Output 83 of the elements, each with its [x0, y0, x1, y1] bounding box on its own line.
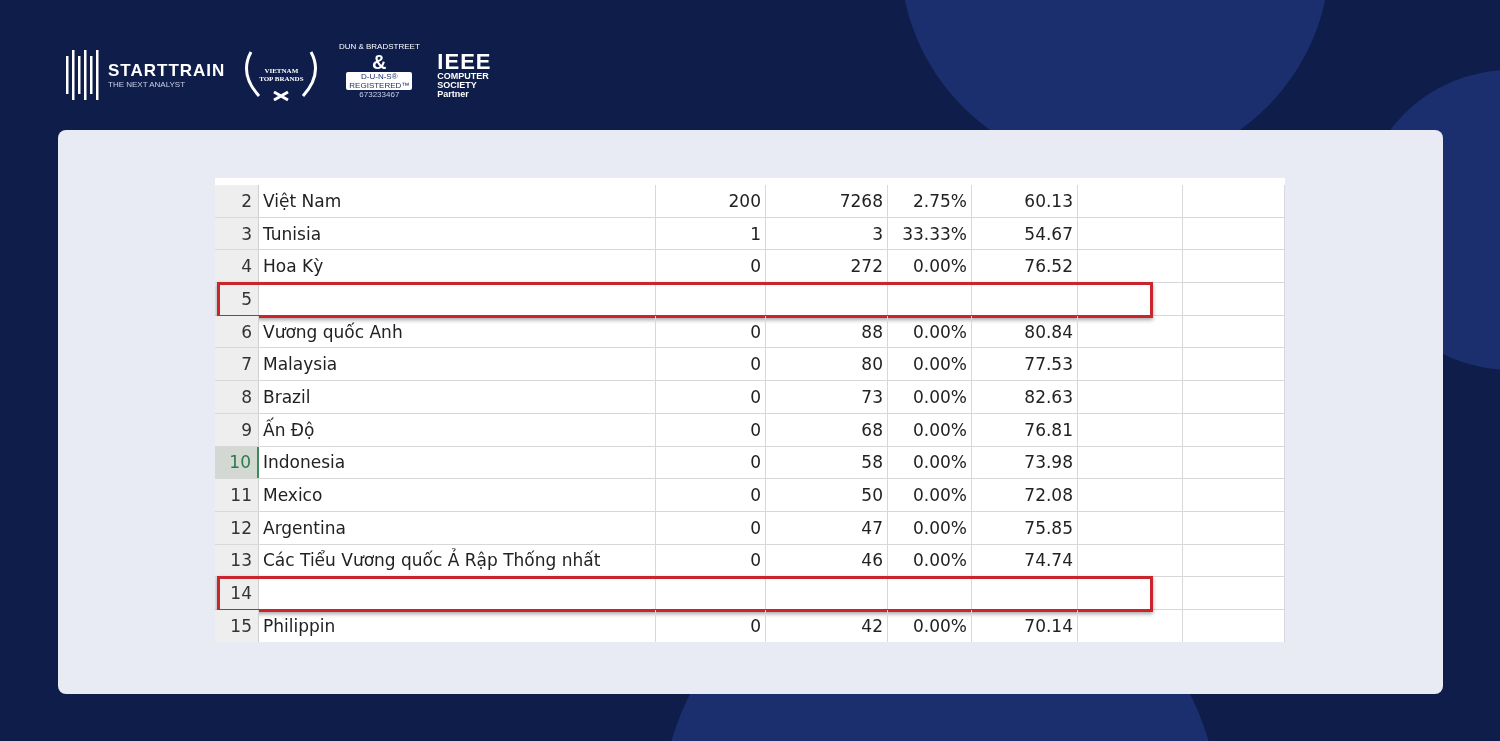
- ieee-text: COMPUTER: [437, 71, 490, 81]
- row-header[interactable]: 6: [215, 315, 259, 348]
- table-cell: Ấn Độ: [259, 413, 656, 446]
- table-cell: 76.52: [972, 250, 1078, 283]
- table-cell: 68: [766, 413, 888, 446]
- duns-status: REGISTERED™: [349, 81, 410, 90]
- row-header[interactable]: 10: [215, 446, 259, 479]
- table-cell: Tunisia: [259, 217, 656, 250]
- table-cell: 0: [656, 446, 766, 479]
- table-cell: 75.85: [972, 511, 1078, 544]
- table-cell: Việt Nam: [259, 185, 656, 217]
- table-cell: 0: [656, 315, 766, 348]
- table-cell: 54.67: [972, 217, 1078, 250]
- table-cell: 0: [656, 544, 766, 577]
- table-cell: 33.33%: [888, 217, 972, 250]
- table-cell: 0: [656, 511, 766, 544]
- table-cell: 42: [766, 609, 888, 642]
- table-cell: 7268: [766, 185, 888, 217]
- table-cell: 3: [766, 217, 888, 250]
- table-cell: 0.00%: [888, 446, 972, 479]
- table-cell: 0.00%: [888, 413, 972, 446]
- row-header[interactable]: 8: [215, 381, 259, 413]
- table-cell: Mexico: [259, 479, 656, 511]
- row-header[interactable]: 13: [215, 544, 259, 577]
- duns-label: D-U-N-S®: [361, 72, 398, 81]
- table-cell: 0.00%: [888, 250, 972, 283]
- table-cell: 80.84: [972, 315, 1078, 348]
- table-cell: 0: [656, 413, 766, 446]
- table-cell: 0: [656, 381, 766, 413]
- table-cell: Brazil: [259, 381, 656, 413]
- ieee-role: Partner: [437, 89, 470, 99]
- table-cell: 77.53: [972, 348, 1078, 381]
- row-header[interactable]: 11: [215, 479, 259, 511]
- table-cell: 0.00%: [888, 348, 972, 381]
- row-header[interactable]: 9: [215, 413, 259, 446]
- row-header[interactable]: 12: [215, 511, 259, 544]
- table-cell: Malaysia: [259, 348, 656, 381]
- table-cell: 0: [656, 479, 766, 511]
- table-cell: 0: [656, 609, 766, 642]
- table-cell: 47: [766, 511, 888, 544]
- brand-name: STARTTRAIN: [108, 61, 226, 80]
- table-cell: 272: [766, 250, 888, 283]
- table-cell: 0.00%: [888, 381, 972, 413]
- table-cell: 50: [766, 479, 888, 511]
- table-cell: 74.74: [972, 544, 1078, 577]
- row-header[interactable]: 15: [215, 609, 259, 642]
- table-cell: 80: [766, 348, 888, 381]
- table-cell: 2.75%: [888, 185, 972, 217]
- row-header[interactable]: 4: [215, 250, 259, 283]
- ieee-text: SOCIETY: [437, 80, 478, 90]
- table-cell: 0: [656, 348, 766, 381]
- table-cell: Argentina: [259, 511, 656, 544]
- table-cell: 70.14: [972, 609, 1078, 642]
- table-cell: 0.00%: [888, 315, 972, 348]
- table-cell: 76.81: [972, 413, 1078, 446]
- ieee-title: IEEE: [437, 51, 492, 72]
- table-cell: 0: [656, 250, 766, 283]
- table-cell: 58: [766, 446, 888, 479]
- table-cell: 88: [766, 315, 888, 348]
- brand-arc-text: DUN & BRADSTREET: [338, 42, 420, 52]
- table-cell: 1: [656, 217, 766, 250]
- ampersand-text: &: [372, 52, 387, 72]
- row-header[interactable]: 7: [215, 348, 259, 381]
- table-cell: Philippin: [259, 609, 656, 642]
- table-cell: 0.00%: [888, 511, 972, 544]
- table-cell: Indonesia: [259, 446, 656, 479]
- table-cell: 82.63: [972, 381, 1078, 413]
- table-cell: 72.08: [972, 479, 1078, 511]
- duns-number: 673233467: [359, 90, 400, 99]
- table-cell: 73.98: [972, 446, 1078, 479]
- table-cell: 0.00%: [888, 544, 972, 577]
- table-cell: Vương quốc Anh: [259, 315, 656, 348]
- table-cell: 0.00%: [888, 479, 972, 511]
- table-cell: 200: [656, 185, 766, 217]
- table-cell: Hoa Kỳ: [259, 250, 656, 283]
- table-cell: Các Tiểu Vương quốc Ả Rập Thống nhất: [259, 544, 656, 577]
- table-cell: 0.00%: [888, 609, 972, 642]
- brand-tagline: THE NEXT ANALYST: [108, 79, 187, 89]
- row-header[interactable]: 2: [215, 185, 259, 217]
- row-header[interactable]: 3: [215, 217, 259, 250]
- table-cell: 73: [766, 381, 888, 413]
- table-cell: 60.13: [972, 185, 1078, 217]
- table-cell: 46: [766, 544, 888, 577]
